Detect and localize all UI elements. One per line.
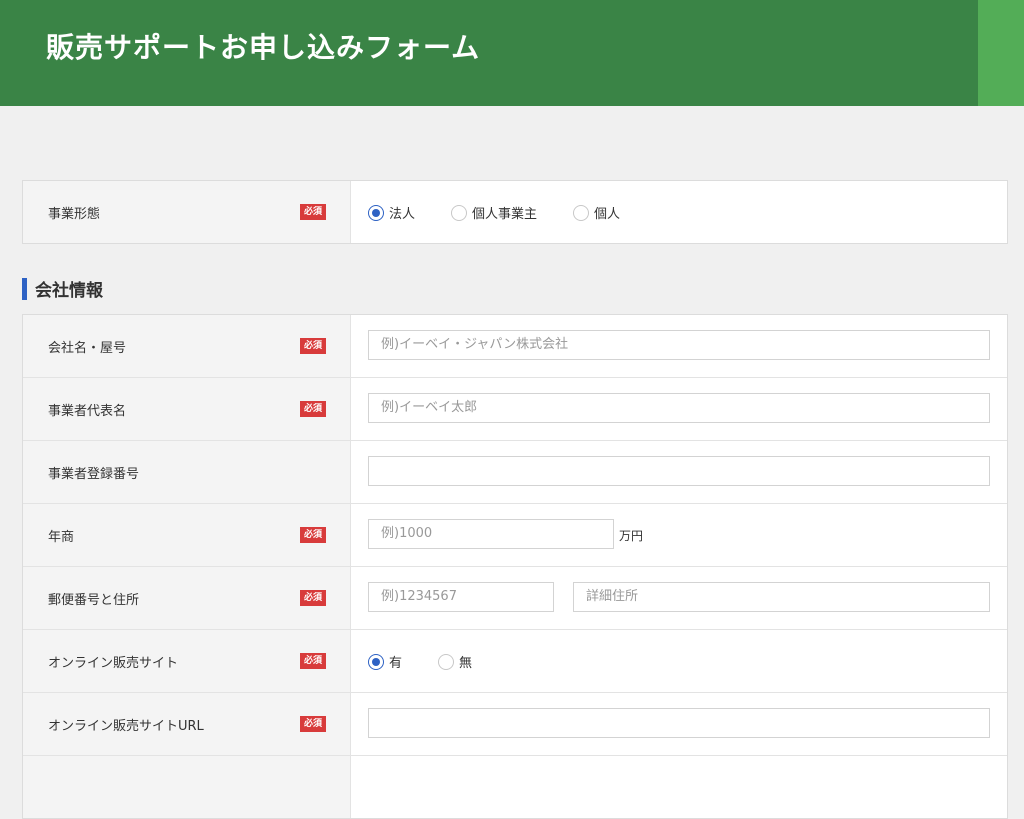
radio-sole-proprietor[interactable]: 個人事業主 xyxy=(451,203,537,222)
company-name-input[interactable]: 例)イーベイ・ジャパン株式会社 xyxy=(368,330,990,360)
company-section-heading: 会社情報 xyxy=(22,276,103,301)
radio-label: 無 xyxy=(459,656,473,671)
business-type-radio-group: 法人 個人事業主 個人 xyxy=(368,203,656,222)
radio-corporation[interactable]: 法人 xyxy=(368,203,415,222)
annual-sales-row: 年商 必須 例)1000 万円 xyxy=(23,503,1007,566)
label-cell: オンライン販売サイトURL 必須 xyxy=(23,693,351,755)
company-name-label: 会社名・屋号 xyxy=(48,341,127,356)
label-cell: 事業形態 必須 xyxy=(23,181,351,243)
required-badge: 必須 xyxy=(300,338,327,354)
detail-address-input[interactable]: 詳細住所 xyxy=(573,582,990,612)
radio-no[interactable]: 無 xyxy=(438,652,472,671)
radio-button-checked[interactable] xyxy=(368,204,384,221)
registration-number-row: 事業者登録番号 xyxy=(23,440,1007,503)
radio-button[interactable] xyxy=(438,653,455,670)
radio-label: 個人事業主 xyxy=(472,207,538,222)
radio-individual[interactable]: 個人 xyxy=(573,203,620,222)
header-accent xyxy=(978,0,1024,106)
representative-input[interactable]: 例)イーベイ太郎 xyxy=(368,393,990,423)
required-badge: 必須 xyxy=(300,204,327,220)
required-badge: 必須 xyxy=(300,590,327,606)
online-site-row: オンライン販売サイト 必須 有 無 xyxy=(23,629,1007,692)
page-header: 販売サポートお申し込みフォーム xyxy=(0,0,1024,106)
field-cell xyxy=(351,693,1007,755)
online-site-url-label: オンライン販売サイトURL xyxy=(48,719,204,734)
label-cell: 事業者登録番号 xyxy=(23,441,351,503)
next-row xyxy=(23,755,1007,818)
radio-label: 法人 xyxy=(389,207,416,222)
field-cell: 例)イーベイ太郎 xyxy=(351,378,1007,440)
field-cell: 例)イーベイ・ジャパン株式会社 xyxy=(351,315,1007,377)
registration-number-label: 事業者登録番号 xyxy=(48,467,140,482)
label-cell: 会社名・屋号 必須 xyxy=(23,315,351,377)
representative-label: 事業者代表名 xyxy=(48,404,127,419)
required-badge: 必須 xyxy=(300,527,327,543)
radio-button[interactable] xyxy=(451,204,468,221)
annual-sales-unit: 万円 xyxy=(619,529,644,543)
radio-yes[interactable]: 有 xyxy=(368,652,402,671)
field-cell xyxy=(351,756,1007,818)
label-cell xyxy=(23,756,351,818)
company-name-row: 会社名・屋号 必須 例)イーベイ・ジャパン株式会社 xyxy=(23,315,1007,377)
business-type-label: 事業形態 xyxy=(48,207,101,222)
page-title: 販売サポートお申し込みフォーム xyxy=(46,31,481,64)
postal-code-input[interactable]: 例)1234567 xyxy=(368,582,554,612)
radio-label: 有 xyxy=(389,656,403,671)
business-type-row: 事業形態 必須 法人 個人事業主 個人 xyxy=(23,181,1007,243)
section-marker xyxy=(22,277,27,300)
address-row: 郵便番号と住所 必須 例)1234567 詳細住所 xyxy=(23,566,1007,629)
field-cell: 有 無 xyxy=(351,630,1007,692)
field-cell xyxy=(351,441,1007,503)
label-cell: 年商 必須 xyxy=(23,504,351,566)
label-cell: オンライン販売サイト 必須 xyxy=(23,630,351,692)
field-cell: 例)1234567 詳細住所 xyxy=(351,567,1007,629)
business-type-table: 事業形態 必須 法人 個人事業主 個人 xyxy=(22,180,1008,244)
radio-label: 個人 xyxy=(594,207,621,222)
field-cell: 例)1000 万円 xyxy=(351,504,1007,566)
field-cell: 法人 個人事業主 個人 xyxy=(351,181,1007,243)
online-site-url-row: オンライン販売サイトURL 必須 xyxy=(23,692,1007,755)
required-badge: 必須 xyxy=(300,653,327,669)
address-label: 郵便番号と住所 xyxy=(48,593,140,608)
annual-sales-input[interactable]: 例)1000 xyxy=(368,519,614,549)
online-site-label: オンライン販売サイト xyxy=(48,656,179,671)
required-badge: 必須 xyxy=(300,716,327,732)
representative-row: 事業者代表名 必須 例)イーベイ太郎 xyxy=(23,377,1007,440)
radio-button-checked[interactable] xyxy=(368,653,384,670)
required-badge: 必須 xyxy=(300,401,327,417)
label-cell: 事業者代表名 必須 xyxy=(23,378,351,440)
label-cell: 郵便番号と住所 必須 xyxy=(23,567,351,629)
annual-sales-label: 年商 xyxy=(48,530,75,545)
radio-button[interactable] xyxy=(573,204,590,221)
online-site-radio-group: 有 無 xyxy=(368,652,508,671)
section-title: 会社情報 xyxy=(35,281,103,301)
registration-number-input[interactable] xyxy=(368,456,990,486)
online-site-url-input[interactable] xyxy=(368,708,990,738)
company-info-table: 会社名・屋号 必須 例)イーベイ・ジャパン株式会社 事業者代表名 必須 例)イー… xyxy=(22,314,1008,819)
